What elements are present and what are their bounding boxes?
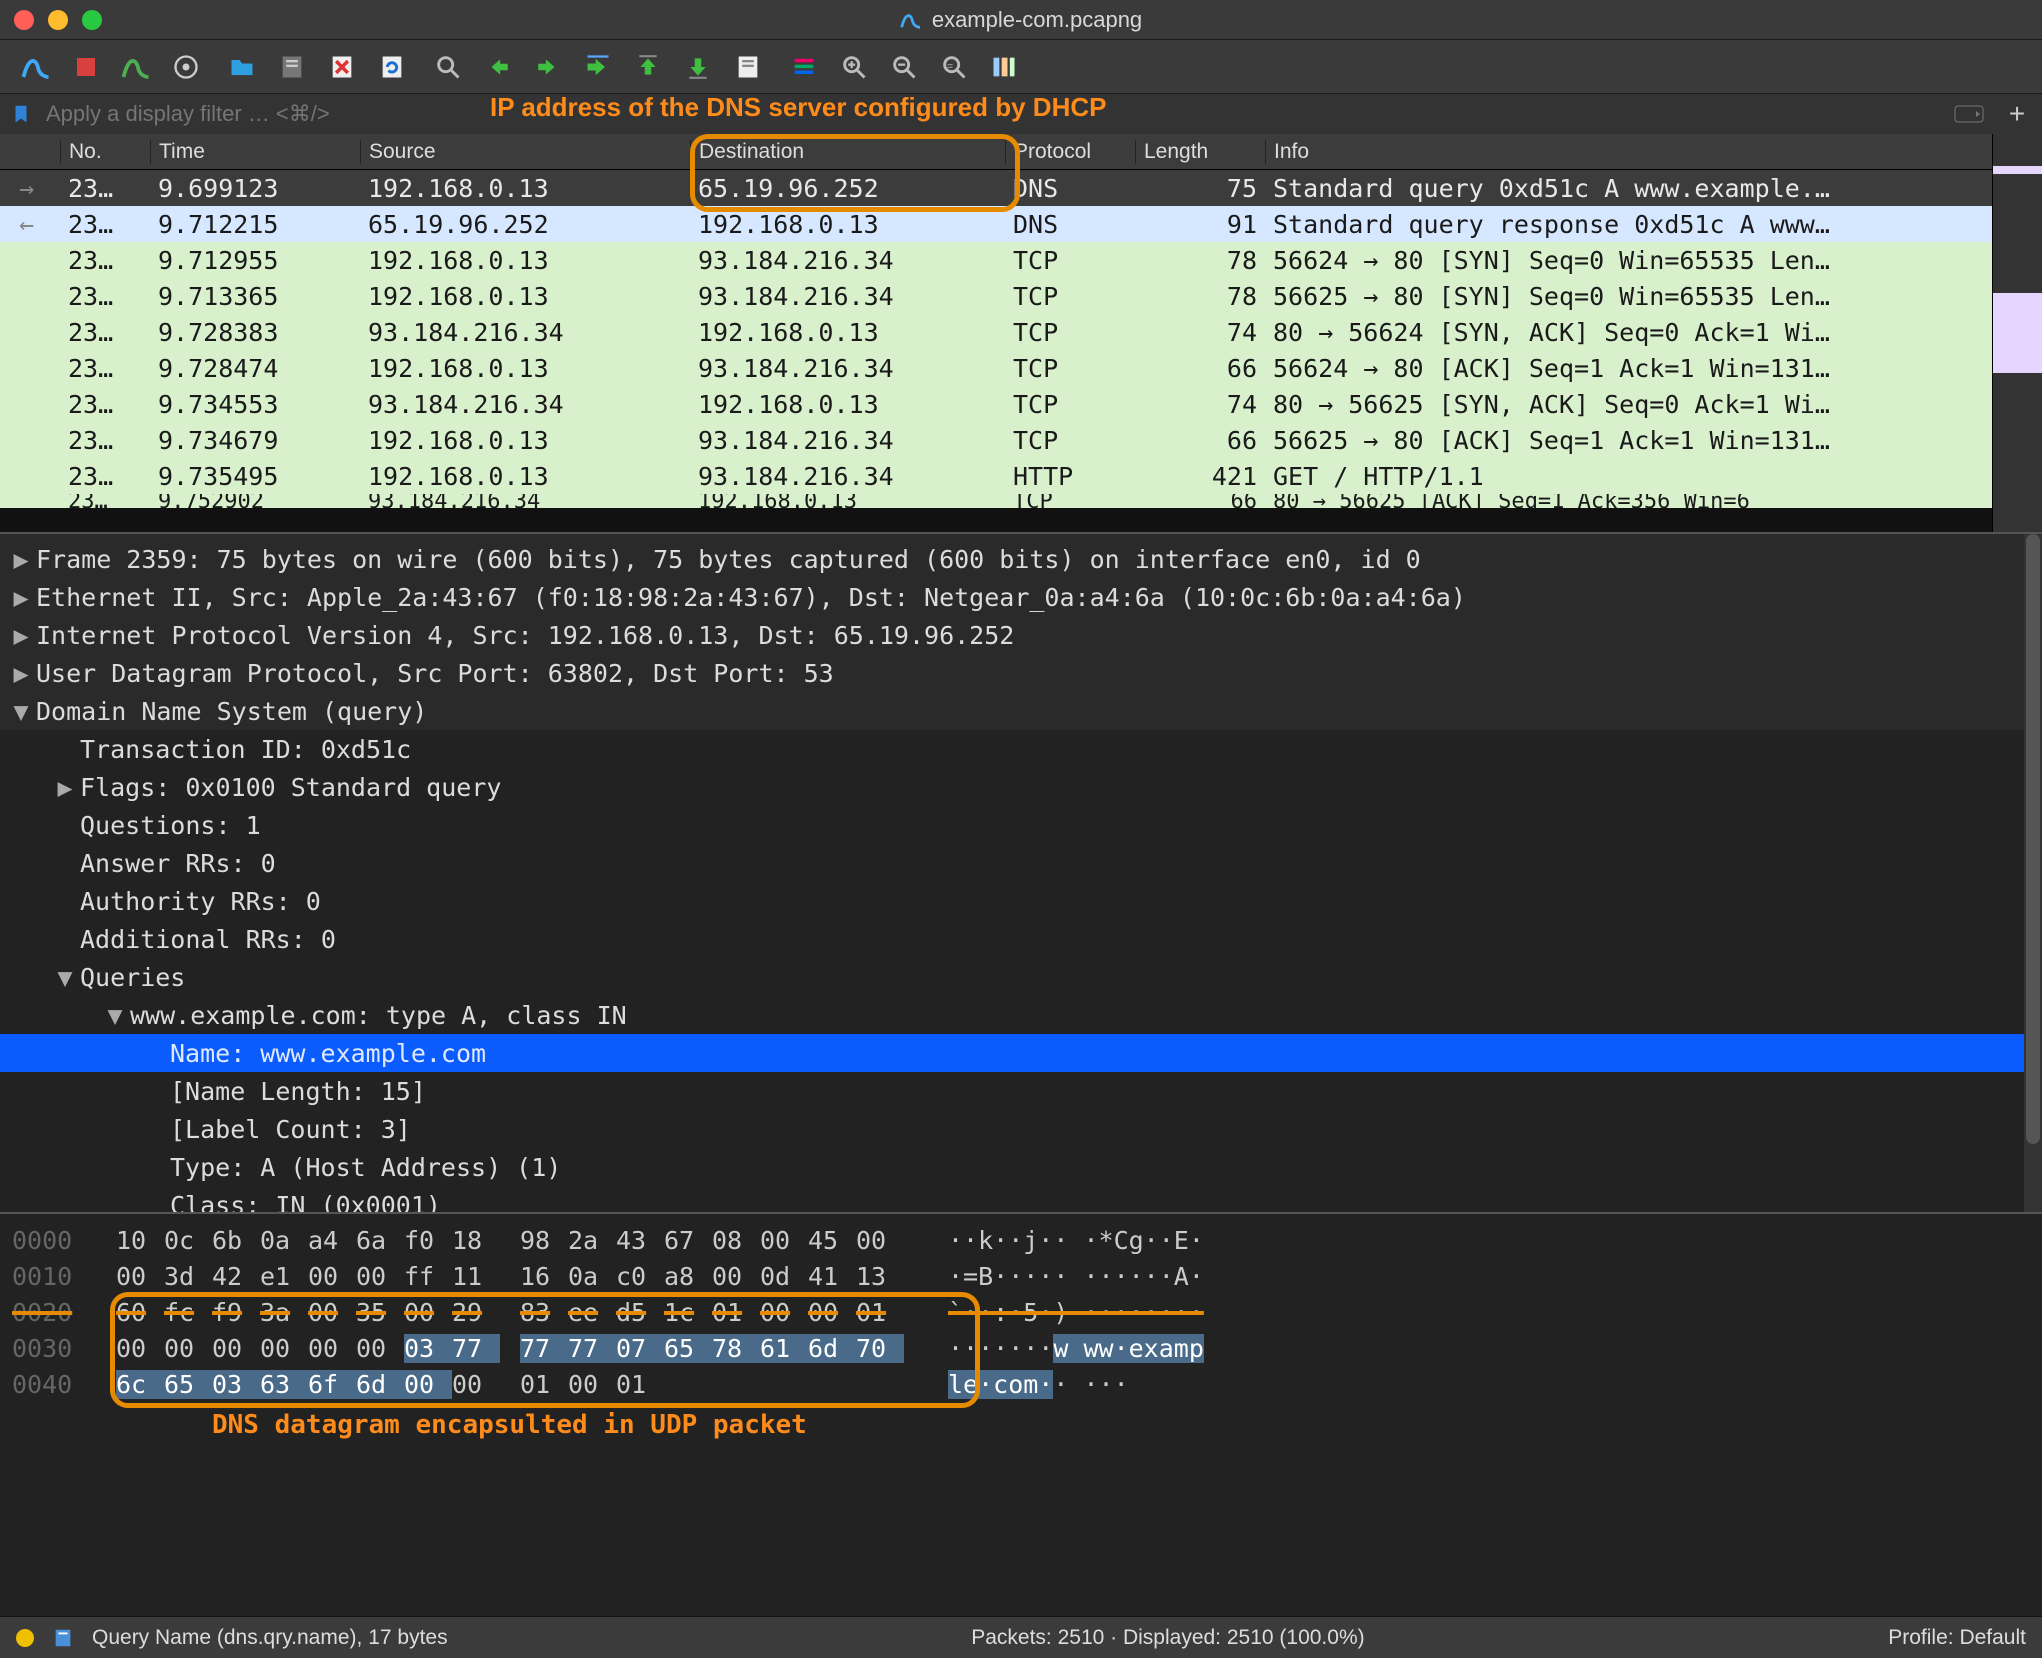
details-row[interactable]: ▶User Datagram Protocol, Src Port: 63802… <box>0 654 2042 692</box>
expert-info-icon[interactable] <box>16 1629 34 1647</box>
resize-cols-icon[interactable] <box>986 49 1022 85</box>
details-row[interactable]: Name: www.example.com <box>0 1034 2042 1072</box>
tree-toggle-icon[interactable]: ▶ <box>50 773 80 802</box>
autoscroll-icon[interactable] <box>730 49 766 85</box>
details-row[interactable]: ▶Flags: 0x0100 Standard query <box>0 768 2042 806</box>
details-row[interactable]: ▶Ethernet II, Src: Apple_2a:43:67 (f0:18… <box>0 578 2042 616</box>
svg-text:=: = <box>947 60 953 72</box>
status-profile[interactable]: Profile: Default <box>1888 1626 2026 1650</box>
notepad-icon[interactable] <box>52 1627 74 1649</box>
maximize-window-button[interactable] <box>82 10 102 30</box>
tree-toggle-icon[interactable]: ▶ <box>6 545 36 574</box>
details-row[interactable]: Type: A (Host Address) (1) <box>0 1148 2042 1186</box>
save-icon[interactable] <box>274 49 310 85</box>
details-row[interactable]: Answer RRs: 0 <box>0 844 2042 882</box>
packet-row[interactable]: 23…9.712955192.168.0.1393.184.216.34TCP7… <box>0 242 1992 278</box>
col-time[interactable]: Time <box>150 140 360 164</box>
col-no[interactable]: No. <box>60 140 150 164</box>
main-toolbar: = <box>0 40 2042 94</box>
hex-row[interactable]: 002060fcf93a0035002983eed51c01000001`··:… <box>12 1294 2042 1330</box>
zoom-in-icon[interactable] <box>836 49 872 85</box>
find-icon[interactable] <box>430 49 466 85</box>
packet-row[interactable]: 23…9.735495192.168.0.1393.184.216.34HTTP… <box>0 458 1992 494</box>
stop-icon[interactable] <box>68 49 104 85</box>
details-row[interactable]: ▼www.example.com: type A, class IN <box>0 996 2042 1034</box>
details-row[interactable]: Additional RRs: 0 <box>0 920 2042 958</box>
reload-icon[interactable] <box>374 49 410 85</box>
hex-row[interactable]: 0010003d42e10000ff11160ac0a8000d4113·=B·… <box>12 1258 2042 1294</box>
details-row[interactable]: Questions: 1 <box>0 806 2042 844</box>
options-icon[interactable] <box>168 49 204 85</box>
packet-row[interactable]: ←23…9.71221565.19.96.252192.168.0.13DNS9… <box>0 206 1992 242</box>
zoom-out-icon[interactable] <box>886 49 922 85</box>
bottom-icon[interactable] <box>680 49 716 85</box>
restart-icon[interactable] <box>118 49 154 85</box>
col-source[interactable]: Source <box>360 140 690 164</box>
col-destination[interactable]: Destination <box>690 140 1005 164</box>
back-icon[interactable] <box>480 49 516 85</box>
filter-add-button[interactable]: + <box>2002 98 2032 130</box>
details-row[interactable]: Transaction ID: 0xd51c <box>0 730 2042 768</box>
packet-row[interactable]: 23…9.73455393.184.216.34192.168.0.13TCP7… <box>0 386 1992 422</box>
zoom-reset-icon[interactable]: = <box>936 49 972 85</box>
forward-icon[interactable] <box>530 49 566 85</box>
packet-row[interactable]: 23…9.713365192.168.0.1393.184.216.34TCP7… <box>0 278 1992 314</box>
minimize-window-button[interactable] <box>48 10 68 30</box>
status-field-info: Query Name (dns.qry.name), 17 bytes <box>92 1626 448 1650</box>
packet-row[interactable]: 23…9.72838393.184.216.34192.168.0.13TCP7… <box>0 314 1992 350</box>
tree-toggle-icon[interactable]: ▶ <box>6 583 36 612</box>
filter-expression-button[interactable] <box>1954 105 1994 123</box>
display-filter-input[interactable] <box>40 97 1946 131</box>
packet-list-header[interactable]: No. Time Source Destination Protocol Len… <box>0 134 1992 170</box>
details-row[interactable]: ▶Frame 2359: 75 bytes on wire (600 bits)… <box>0 540 2042 578</box>
status-packets: Packets: 2510 · Displayed: 2510 (100.0%) <box>971 1626 1364 1650</box>
hex-row[interactable]: 0000100c6b0aa46af018982a436708004500··k·… <box>12 1222 2042 1258</box>
tree-toggle-icon[interactable]: ▶ <box>6 621 36 650</box>
hex-row[interactable]: 00406c6503636f6d0000010001le·com·· ··· <box>12 1366 2042 1402</box>
packet-row[interactable]: 23…9.728474192.168.0.1393.184.216.34TCP6… <box>0 350 1992 386</box>
details-row[interactable]: ▶Internet Protocol Version 4, Src: 192.1… <box>0 616 2042 654</box>
tree-toggle-icon[interactable]: ▼ <box>100 1001 130 1030</box>
packet-minimap[interactable] <box>1992 134 2042 532</box>
packet-row[interactable]: 23…9.75290293.184.216.34192.168.0.13TCP6… <box>0 494 1992 508</box>
packet-row[interactable]: →23…9.699123192.168.0.1365.19.96.252DNS7… <box>0 170 1992 206</box>
details-row[interactable]: [Label Count: 3] <box>0 1110 2042 1148</box>
jump-icon[interactable] <box>580 49 616 85</box>
tree-toggle-icon[interactable]: ▶ <box>6 659 36 688</box>
hex-row[interactable]: 003000000000000003777777076578616d70····… <box>12 1330 2042 1366</box>
close-icon[interactable] <box>324 49 360 85</box>
packet-bytes-pane: 0000100c6b0aa46af018982a436708004500··k·… <box>0 1214 2042 1616</box>
details-row[interactable]: Class: IN (0x0001) <box>0 1186 2042 1214</box>
details-row[interactable]: Authority RRs: 0 <box>0 882 2042 920</box>
annotation-bottom: DNS datagram encapsulted in UDP packet <box>212 1410 2042 1440</box>
packet-row[interactable]: 23…9.734679192.168.0.1393.184.216.34TCP6… <box>0 422 1992 458</box>
packet-list-pane: No. Time Source Destination Protocol Len… <box>0 134 2042 534</box>
wireshark-icon <box>900 9 922 31</box>
details-scrollbar[interactable] <box>2024 534 2042 1212</box>
top-icon[interactable] <box>630 49 666 85</box>
bookmark-icon[interactable] <box>10 103 32 125</box>
col-length[interactable]: Length <box>1135 140 1265 164</box>
tree-toggle-icon[interactable]: ▼ <box>50 963 80 992</box>
details-row[interactable]: ▼Domain Name System (query) <box>0 692 2042 730</box>
window-controls <box>14 10 102 30</box>
col-info[interactable]: Info <box>1265 140 1992 164</box>
window-title: example-com.pcapng <box>932 7 1142 33</box>
details-row[interactable]: [Name Length: 15] <box>0 1072 2042 1110</box>
display-filter-bar: + IP address of the DNS server configure… <box>0 94 2042 134</box>
statusbar: Query Name (dns.qry.name), 17 bytes Pack… <box>0 1616 2042 1658</box>
col-protocol[interactable]: Protocol <box>1005 140 1135 164</box>
packet-details-pane: ▶Frame 2359: 75 bytes on wire (600 bits)… <box>0 534 2042 1214</box>
tree-toggle-icon[interactable]: ▼ <box>6 697 36 726</box>
details-row[interactable]: ▼Queries <box>0 958 2042 996</box>
fin-icon[interactable] <box>18 49 54 85</box>
colorize-icon[interactable] <box>786 49 822 85</box>
open-icon[interactable] <box>224 49 260 85</box>
close-window-button[interactable] <box>14 10 34 30</box>
titlebar: example-com.pcapng <box>0 0 2042 40</box>
